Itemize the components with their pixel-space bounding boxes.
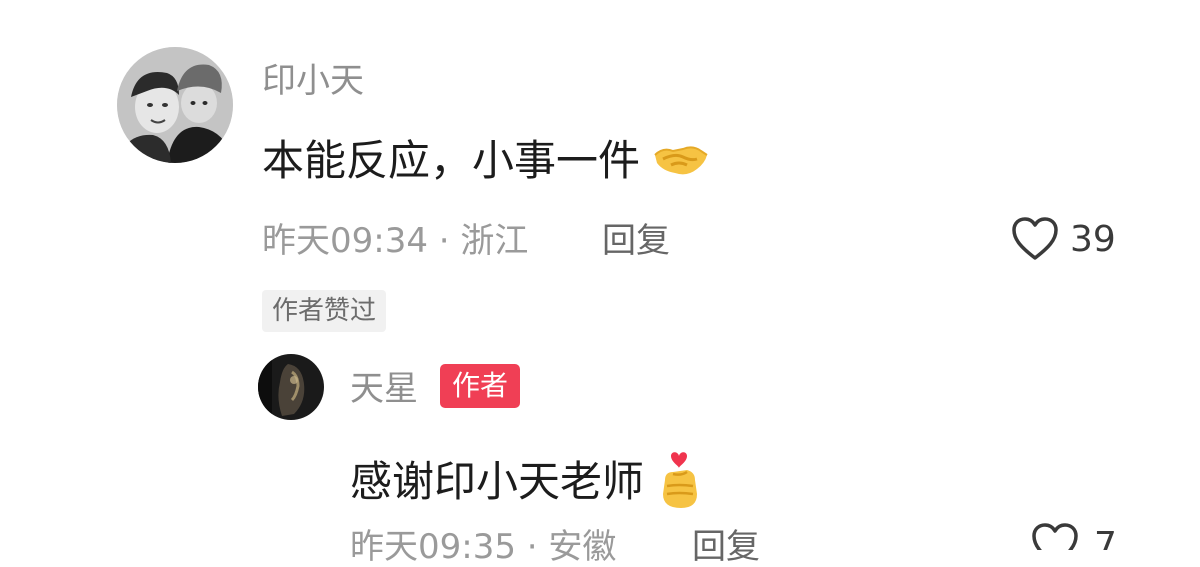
- comment-text: 本能反应，小事一件: [262, 140, 709, 186]
- finger-heart-emoji-icon: [657, 450, 701, 519]
- user-avatar-icon: [117, 47, 233, 163]
- meta-separator: ·: [526, 527, 538, 567]
- comment-time: 昨天09:34: [262, 221, 428, 261]
- reply-meta: 昨天09:35 · 安徽: [350, 530, 616, 564]
- author-liked-badge: 作者赞过: [262, 290, 387, 332]
- comment-meta: 昨天09:34 · 浙江: [262, 224, 528, 258]
- heart-outline-icon: [1032, 523, 1078, 550]
- like-count: 39: [1070, 219, 1116, 260]
- reply-username[interactable]: 天星: [350, 372, 418, 406]
- reply-time: 昨天09:35: [350, 527, 516, 567]
- comment-username[interactable]: 印小天: [262, 64, 364, 98]
- reply-like-count: 7: [1094, 528, 1117, 550]
- author-badge: 作者: [440, 364, 521, 408]
- reply-text-content: 感谢印小天老师: [350, 457, 645, 506]
- comment-avatar[interactable]: [117, 47, 233, 163]
- reply-reply-button[interactable]: 回复: [692, 530, 760, 564]
- handshake-emoji-icon: [653, 141, 709, 186]
- like-button[interactable]: [1010, 216, 1060, 262]
- comment-text-content: 本能反应，小事一件: [262, 136, 641, 185]
- heart-outline-icon: [1012, 217, 1058, 260]
- meta-separator: ·: [438, 221, 450, 261]
- comment-location: 浙江: [460, 221, 529, 261]
- reply-text: 感谢印小天老师: [350, 450, 701, 519]
- user-avatar-icon: [258, 354, 324, 420]
- reply-avatar[interactable]: [258, 354, 324, 420]
- reply-location: 安徽: [548, 527, 617, 567]
- reply-like-button[interactable]: [1030, 522, 1080, 550]
- reply-button[interactable]: 回复: [602, 224, 670, 258]
